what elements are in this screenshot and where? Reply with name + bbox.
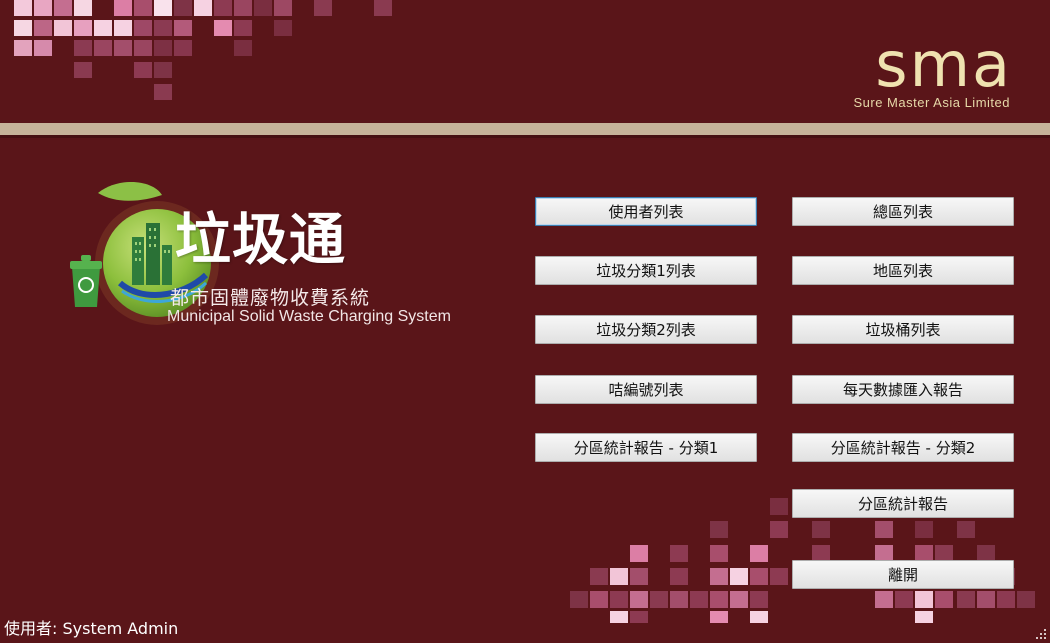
bin-list-button[interactable]: 垃圾桶列表 [792, 315, 1014, 344]
user-label: 使用者: [4, 619, 58, 638]
company-name: Sure Master Asia Limited [853, 95, 1010, 110]
resize-grip-icon[interactable] [1034, 627, 1048, 641]
user-list-button[interactable]: 使用者列表 [535, 197, 757, 226]
district-report-button[interactable]: 分區統計報告 [792, 489, 1014, 518]
app-subtitle-zh: 都市固體廢物收費系統 [170, 287, 371, 309]
sma-brand-logo: sma [875, 28, 1012, 101]
waste-category2-list-button[interactable]: 垃圾分類2列表 [535, 315, 757, 344]
pixel-mosaic-decoration [14, 0, 392, 100]
header-divider-shadow [0, 135, 1050, 138]
user-name: System Admin [62, 619, 179, 638]
exit-button[interactable]: 離開 [792, 560, 1014, 589]
app-logo: 垃圾通 都市固體廢物收費系統 Municipal Solid Waste Cha… [60, 175, 480, 345]
district-report-category1-button[interactable]: 分區統計報告 - 分類1 [535, 433, 757, 462]
district-report-category2-button[interactable]: 分區統計報告 - 分類2 [792, 433, 1014, 462]
current-user-status: 使用者: System Admin [4, 615, 178, 639]
header-divider [0, 123, 1050, 135]
header-banner: sma Sure Master Asia Limited [0, 0, 1050, 123]
daily-import-report-button[interactable]: 每天數據匯入報告 [792, 375, 1014, 404]
district-list-button[interactable]: 地區列表 [792, 256, 1014, 285]
region-list-button[interactable]: 總區列表 [792, 197, 1014, 226]
card-number-list-button[interactable]: 咭編號列表 [535, 375, 757, 404]
app-subtitle-en: Municipal Solid Waste Charging System [167, 308, 451, 325]
waste-category1-list-button[interactable]: 垃圾分類1列表 [535, 256, 757, 285]
app-title: 垃圾通 [175, 208, 346, 273]
